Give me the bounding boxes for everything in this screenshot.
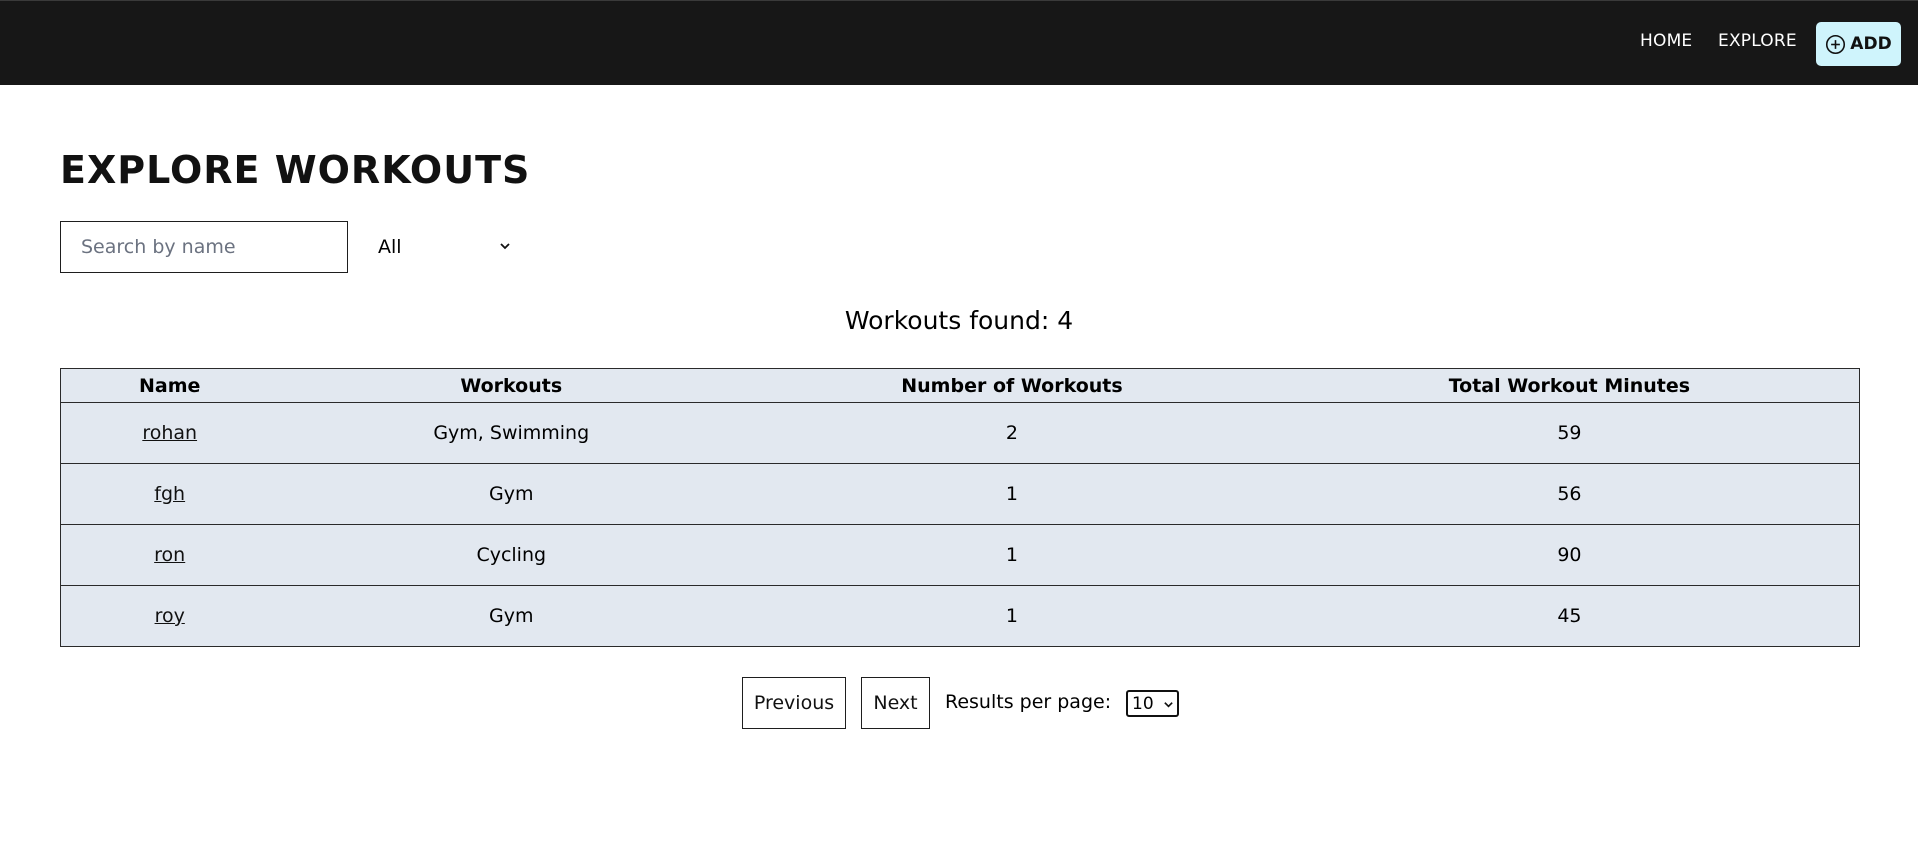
cell-workout-count: 1	[744, 585, 1280, 647]
cell-workouts: Gym	[278, 463, 745, 525]
results-per-page-select[interactable]: 10	[1126, 690, 1179, 717]
workout-type-select[interactable]: All	[370, 221, 520, 273]
cell-total-minutes: 56	[1279, 463, 1860, 525]
chevron-down-icon	[1164, 702, 1173, 708]
nav-explore-link[interactable]: EXPLORE	[1718, 31, 1797, 51]
column-header-number-of-workouts: Number of Workouts	[744, 368, 1280, 403]
cell-workouts: Gym, Swimming	[278, 402, 745, 464]
results-per-page-label: Results per page:	[945, 691, 1112, 713]
previous-page-button[interactable]: Previous	[742, 677, 846, 729]
table-row: roy Gym 1 45	[60, 585, 1860, 647]
table-row: fgh Gym 1 56	[60, 463, 1860, 525]
add-button-label: ADD	[1850, 34, 1892, 54]
user-link[interactable]: roy	[155, 605, 185, 627]
next-page-button[interactable]: Next	[861, 677, 930, 729]
nav-home-link[interactable]: HOME	[1640, 31, 1692, 51]
cell-total-minutes: 45	[1279, 585, 1860, 647]
cell-name: ron	[60, 524, 279, 586]
table-row: ron Cycling 1 90	[60, 524, 1860, 586]
plus-circle-icon	[1826, 34, 1846, 54]
cell-name: fgh	[60, 463, 279, 525]
chevron-down-icon	[500, 243, 510, 250]
cell-workouts: Gym	[278, 585, 745, 647]
page-title: EXPLORE WORKOUTS	[60, 148, 531, 192]
cell-name: roy	[60, 585, 279, 647]
results-per-page-value: 10	[1132, 693, 1154, 714]
cell-workout-count: 2	[744, 402, 1280, 464]
cell-workout-count: 1	[744, 524, 1280, 586]
cell-total-minutes: 59	[1279, 402, 1860, 464]
workouts-table: Name Workouts Number of Workouts Total W…	[60, 368, 1860, 647]
table-row: rohan Gym, Swimming 2 59	[60, 402, 1860, 464]
cell-name: rohan	[60, 402, 279, 464]
user-link[interactable]: fgh	[154, 483, 185, 505]
user-link[interactable]: rohan	[142, 422, 197, 444]
column-header-workouts: Workouts	[278, 368, 745, 403]
cell-total-minutes: 90	[1279, 524, 1860, 586]
column-header-name: Name	[60, 368, 279, 403]
user-link[interactable]: ron	[154, 544, 185, 566]
cell-workouts: Cycling	[278, 524, 745, 586]
search-input[interactable]	[60, 221, 348, 273]
cell-workout-count: 1	[744, 463, 1280, 525]
top-navbar: HOME EXPLORE ADD	[0, 0, 1918, 85]
results-count: Workouts found: 4	[844, 306, 1074, 335]
workout-type-selected-value: All	[378, 236, 402, 258]
column-header-total-minutes: Total Workout Minutes	[1279, 368, 1860, 403]
table-header-row: Name Workouts Number of Workouts Total W…	[60, 368, 1860, 403]
add-button[interactable]: ADD	[1816, 22, 1901, 66]
